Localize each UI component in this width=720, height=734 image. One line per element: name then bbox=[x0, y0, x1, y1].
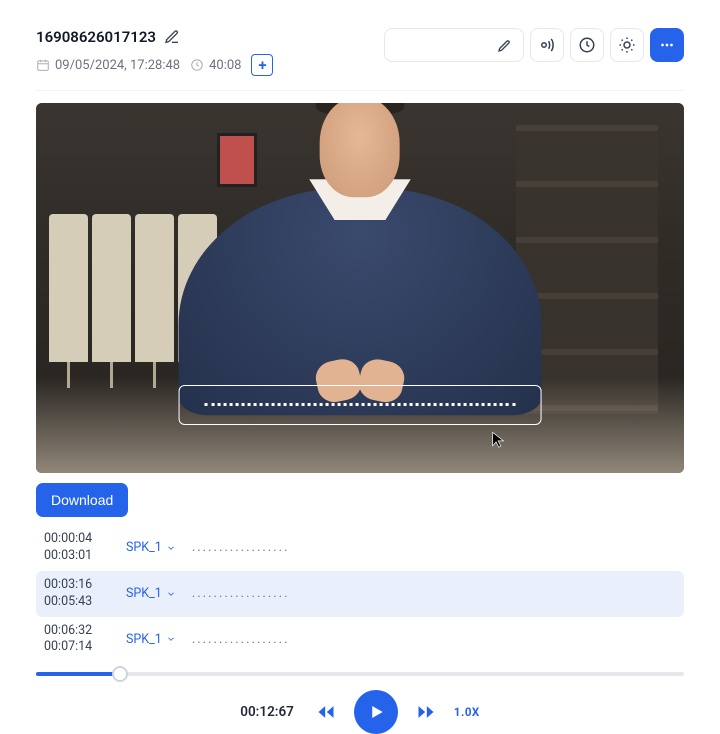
duration-meta: 40:08 bbox=[190, 58, 241, 73]
segment-text: .................. bbox=[192, 586, 290, 601]
pen-icon bbox=[497, 37, 513, 53]
transcript-row[interactable]: 00:03:1600:05:43 SPK_1.................. bbox=[36, 571, 684, 617]
search-bar[interactable] bbox=[384, 28, 524, 62]
segment-text: .................. bbox=[192, 632, 290, 647]
download-button[interactable]: Download bbox=[36, 483, 128, 517]
history-button[interactable] bbox=[570, 28, 604, 62]
playback-bar: 00:12:67 1.0X bbox=[36, 672, 684, 734]
duration-text: 40:08 bbox=[209, 58, 241, 73]
recording-title: 16908626017123 bbox=[36, 28, 156, 46]
current-time: 00:12:67 bbox=[240, 704, 294, 720]
chevron-down-icon bbox=[166, 543, 176, 553]
video-subject bbox=[179, 188, 542, 415]
segment-times: 00:00:0400:03:01 bbox=[44, 531, 110, 565]
progress-thumb[interactable] bbox=[112, 666, 128, 682]
title-row: 16908626017123 bbox=[36, 28, 273, 46]
caption-box[interactable] bbox=[179, 385, 542, 425]
clock-icon bbox=[190, 58, 204, 72]
transcript-row[interactable]: 00:06:3200:07:14 SPK_1.................. bbox=[36, 617, 684, 663]
play-icon bbox=[367, 703, 385, 721]
segment-times: 00:03:1600:05:43 bbox=[44, 577, 110, 611]
header-right bbox=[384, 28, 684, 62]
speaker-select[interactable]: SPK_1 bbox=[126, 540, 176, 555]
progress-track[interactable] bbox=[36, 672, 684, 676]
date-meta: 09/05/2024, 17:28:48 bbox=[36, 58, 180, 73]
audio-button[interactable] bbox=[530, 28, 564, 62]
theme-button[interactable] bbox=[610, 28, 644, 62]
speaker-select[interactable]: SPK_1 bbox=[126, 632, 176, 647]
sun-icon bbox=[618, 36, 636, 54]
divider bbox=[36, 90, 684, 91]
date-text: 09/05/2024, 17:28:48 bbox=[55, 58, 180, 73]
playback-rate[interactable]: 1.0X bbox=[454, 705, 480, 719]
cursor-icon bbox=[490, 429, 508, 451]
add-button[interactable]: + bbox=[251, 54, 273, 76]
segment-times: 00:06:3200:07:14 bbox=[44, 623, 110, 657]
caption-placeholder bbox=[205, 403, 515, 406]
clock-icon bbox=[578, 36, 596, 54]
transcript-list: 00:00:0400:03:01SPK_1..................0… bbox=[36, 525, 684, 662]
speaker-select[interactable]: SPK_1 bbox=[126, 586, 176, 601]
video-decor-frame bbox=[217, 133, 257, 187]
chevron-down-icon bbox=[166, 634, 176, 644]
soundwave-icon bbox=[538, 36, 556, 54]
rewind-button[interactable] bbox=[316, 702, 336, 722]
transcript-row[interactable]: 00:00:0400:03:01 SPK_1.................. bbox=[36, 525, 684, 571]
meta-row: 09/05/2024, 17:28:48 40:08 + bbox=[36, 54, 273, 76]
edit-icon[interactable] bbox=[164, 29, 180, 45]
calendar-icon bbox=[36, 58, 50, 72]
chevron-down-icon bbox=[166, 589, 176, 599]
header: 16908626017123 09/05/2024, 17:28:48 40:0… bbox=[36, 28, 684, 76]
header-left: 16908626017123 09/05/2024, 17:28:48 40:0… bbox=[36, 28, 273, 76]
progress-fill bbox=[36, 672, 120, 676]
playback-controls: 00:12:67 1.0X bbox=[36, 690, 684, 734]
more-button[interactable] bbox=[650, 28, 684, 62]
play-button[interactable] bbox=[354, 690, 398, 734]
forward-button[interactable] bbox=[416, 702, 436, 722]
dots-icon bbox=[658, 36, 676, 54]
video-player[interactable] bbox=[36, 103, 684, 473]
segment-text: .................. bbox=[192, 540, 290, 555]
